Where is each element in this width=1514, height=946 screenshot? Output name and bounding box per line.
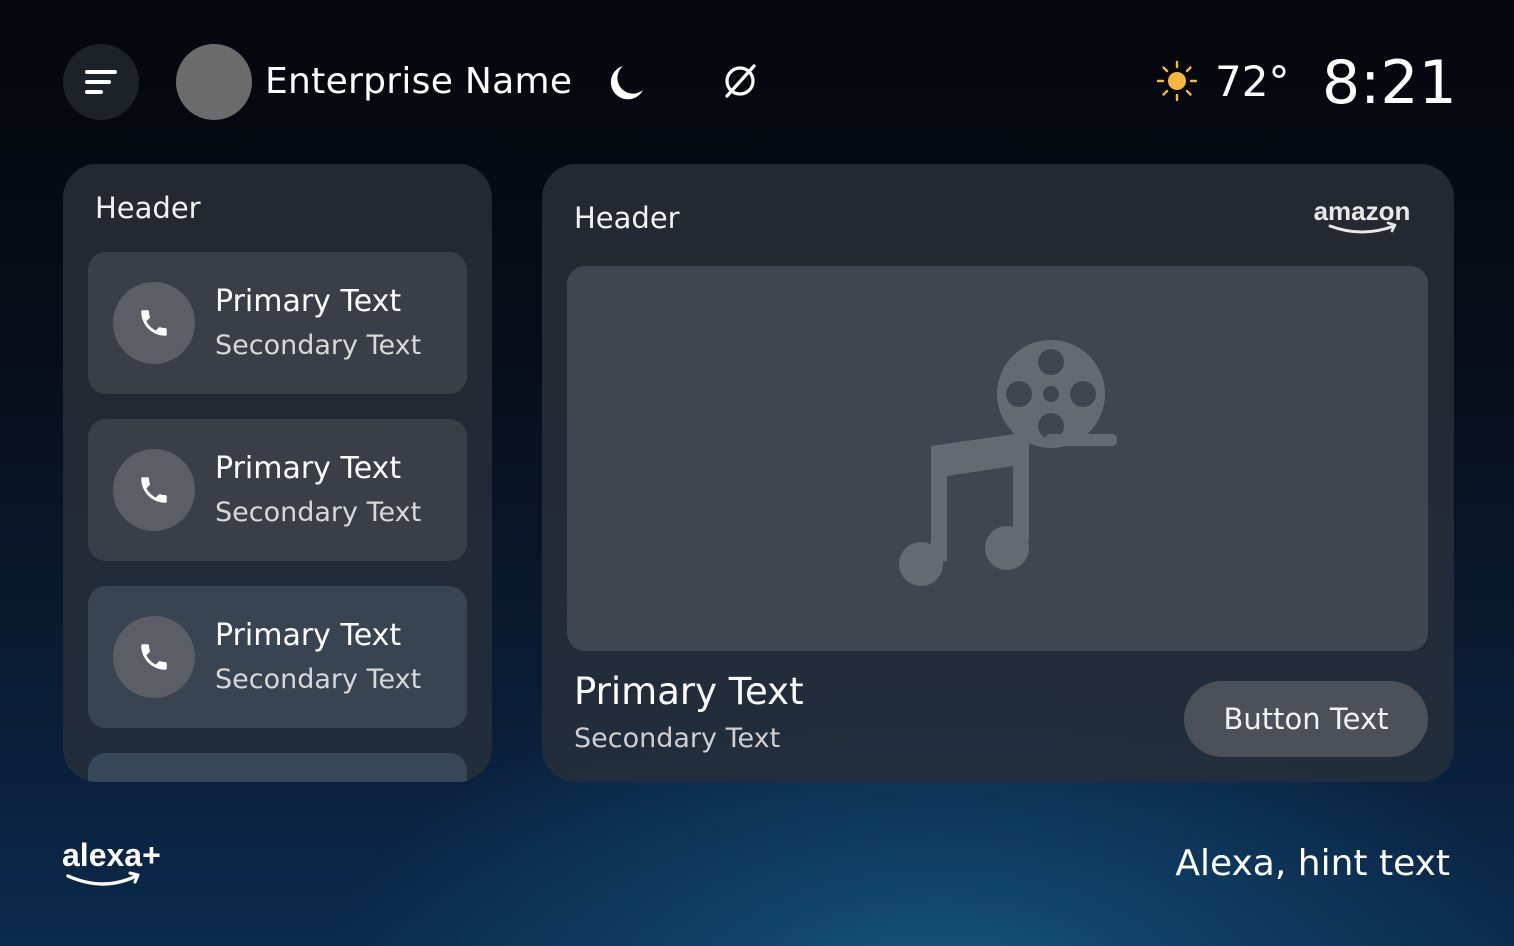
svg-text:amazon: amazon	[1314, 196, 1411, 226]
item-primary-text: Primary Text	[215, 618, 402, 653]
phone-icon	[141, 310, 167, 336]
temperature: 72°	[1215, 57, 1290, 106]
media-secondary-text: Secondary Text	[574, 723, 781, 754]
media-artwork[interactable]	[567, 266, 1428, 651]
amazon-logo: amazon	[1314, 196, 1411, 234]
voice-hint-text: Alexa, hint text	[1175, 843, 1450, 884]
menu-icon	[85, 70, 117, 94]
alexa-wordmark: alexa+	[62, 837, 161, 873]
item-secondary-text: Secondary Text	[215, 330, 422, 361]
film-music-icon	[899, 340, 1117, 586]
phone-icon	[141, 477, 167, 503]
item-secondary-text: Secondary Text	[215, 497, 422, 528]
call-button[interactable]	[113, 282, 195, 364]
item-primary-text: Primary Text	[215, 451, 402, 486]
media-card: Header amazon Primary Text Secondary Tex…	[542, 164, 1454, 782]
enterprise-name: Enterprise Name	[265, 61, 573, 102]
avatar[interactable]	[176, 44, 252, 120]
left-card-header: Header	[95, 191, 201, 225]
call-button[interactable]	[113, 449, 195, 531]
list-item-partial[interactable]	[88, 753, 467, 782]
item-primary-text: Primary Text	[215, 284, 402, 319]
phone-icon	[141, 644, 167, 670]
list-item[interactable]: Primary Text Secondary Text	[88, 586, 467, 728]
moon-icon[interactable]	[605, 60, 649, 104]
item-secondary-text: Secondary Text	[215, 664, 422, 695]
alexa-plus-logo: alexa+	[62, 837, 161, 886]
call-button[interactable]	[113, 616, 195, 698]
no-disturb-icon[interactable]	[719, 60, 761, 102]
list-item[interactable]: Primary Text Secondary Text	[88, 252, 467, 394]
sun-icon	[1156, 60, 1198, 102]
action-button[interactable]: Button Text	[1184, 681, 1428, 757]
right-card-header: Header	[574, 201, 680, 235]
menu-button[interactable]	[63, 44, 139, 120]
clock: 8:21	[1322, 48, 1457, 118]
media-primary-text: Primary Text	[574, 670, 804, 713]
list-item[interactable]: Primary Text Secondary Text	[88, 419, 467, 561]
contacts-card: Header Primary Text Secondary Text Prima…	[63, 164, 492, 782]
